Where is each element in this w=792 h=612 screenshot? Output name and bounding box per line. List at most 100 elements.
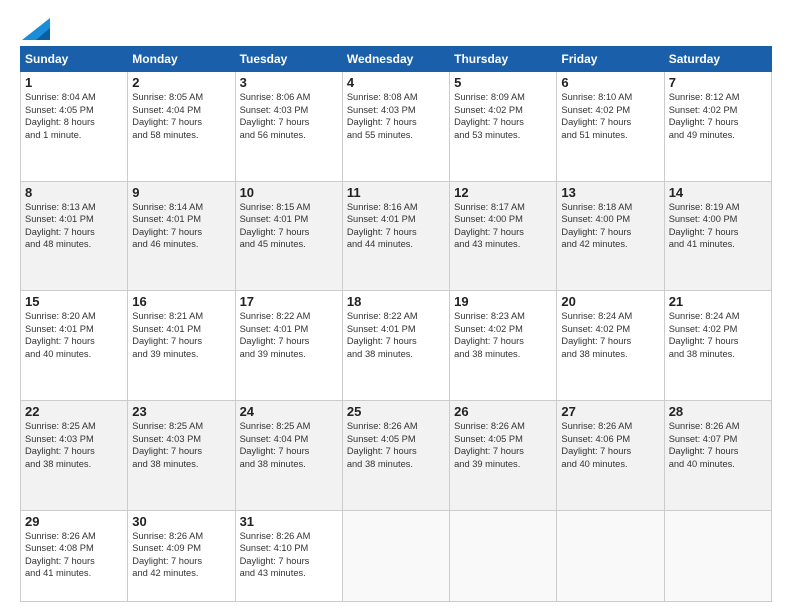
calendar-cell: 8Sunrise: 8:13 AMSunset: 4:01 PMDaylight… xyxy=(21,181,128,291)
day-number: 11 xyxy=(347,185,445,200)
day-info: Sunrise: 8:25 AMSunset: 4:04 PMDaylight:… xyxy=(240,420,338,470)
calendar-cell: 13Sunrise: 8:18 AMSunset: 4:00 PMDayligh… xyxy=(557,181,664,291)
day-number: 26 xyxy=(454,404,552,419)
day-info: Sunrise: 8:25 AMSunset: 4:03 PMDaylight:… xyxy=(132,420,230,470)
weekday-header-thursday: Thursday xyxy=(450,47,557,72)
day-number: 3 xyxy=(240,75,338,90)
day-number: 10 xyxy=(240,185,338,200)
week-row-5: 29Sunrise: 8:26 AMSunset: 4:08 PMDayligh… xyxy=(21,510,772,601)
day-info: Sunrise: 8:24 AMSunset: 4:02 PMDaylight:… xyxy=(561,310,659,360)
calendar-cell: 17Sunrise: 8:22 AMSunset: 4:01 PMDayligh… xyxy=(235,291,342,401)
calendar-cell: 29Sunrise: 8:26 AMSunset: 4:08 PMDayligh… xyxy=(21,510,128,601)
calendar-cell: 20Sunrise: 8:24 AMSunset: 4:02 PMDayligh… xyxy=(557,291,664,401)
day-info: Sunrise: 8:18 AMSunset: 4:00 PMDaylight:… xyxy=(561,201,659,251)
calendar-cell: 22Sunrise: 8:25 AMSunset: 4:03 PMDayligh… xyxy=(21,401,128,511)
weekday-header-monday: Monday xyxy=(128,47,235,72)
calendar-cell: 3Sunrise: 8:06 AMSunset: 4:03 PMDaylight… xyxy=(235,72,342,182)
day-info: Sunrise: 8:12 AMSunset: 4:02 PMDaylight:… xyxy=(669,91,767,141)
calendar-cell: 23Sunrise: 8:25 AMSunset: 4:03 PMDayligh… xyxy=(128,401,235,511)
week-row-3: 15Sunrise: 8:20 AMSunset: 4:01 PMDayligh… xyxy=(21,291,772,401)
calendar-cell: 14Sunrise: 8:19 AMSunset: 4:00 PMDayligh… xyxy=(664,181,771,291)
day-number: 1 xyxy=(25,75,123,90)
calendar-cell: 9Sunrise: 8:14 AMSunset: 4:01 PMDaylight… xyxy=(128,181,235,291)
calendar-cell: 28Sunrise: 8:26 AMSunset: 4:07 PMDayligh… xyxy=(664,401,771,511)
weekday-header-friday: Friday xyxy=(557,47,664,72)
weekday-header-wednesday: Wednesday xyxy=(342,47,449,72)
day-info: Sunrise: 8:19 AMSunset: 4:00 PMDaylight:… xyxy=(669,201,767,251)
calendar-cell: 5Sunrise: 8:09 AMSunset: 4:02 PMDaylight… xyxy=(450,72,557,182)
day-info: Sunrise: 8:26 AMSunset: 4:06 PMDaylight:… xyxy=(561,420,659,470)
day-number: 19 xyxy=(454,294,552,309)
day-info: Sunrise: 8:16 AMSunset: 4:01 PMDaylight:… xyxy=(347,201,445,251)
day-number: 30 xyxy=(132,514,230,529)
calendar-cell: 18Sunrise: 8:22 AMSunset: 4:01 PMDayligh… xyxy=(342,291,449,401)
calendar-cell: 16Sunrise: 8:21 AMSunset: 4:01 PMDayligh… xyxy=(128,291,235,401)
day-info: Sunrise: 8:26 AMSunset: 4:05 PMDaylight:… xyxy=(454,420,552,470)
day-number: 31 xyxy=(240,514,338,529)
week-row-2: 8Sunrise: 8:13 AMSunset: 4:01 PMDaylight… xyxy=(21,181,772,291)
weekday-header-row: SundayMondayTuesdayWednesdayThursdayFrid… xyxy=(21,47,772,72)
day-info: Sunrise: 8:17 AMSunset: 4:00 PMDaylight:… xyxy=(454,201,552,251)
calendar-cell: 7Sunrise: 8:12 AMSunset: 4:02 PMDaylight… xyxy=(664,72,771,182)
day-number: 16 xyxy=(132,294,230,309)
page: SundayMondayTuesdayWednesdayThursdayFrid… xyxy=(0,0,792,612)
calendar-cell: 4Sunrise: 8:08 AMSunset: 4:03 PMDaylight… xyxy=(342,72,449,182)
day-number: 12 xyxy=(454,185,552,200)
day-number: 17 xyxy=(240,294,338,309)
calendar-cell: 21Sunrise: 8:24 AMSunset: 4:02 PMDayligh… xyxy=(664,291,771,401)
logo-icon xyxy=(22,18,50,40)
day-number: 5 xyxy=(454,75,552,90)
calendar-cell: 19Sunrise: 8:23 AMSunset: 4:02 PMDayligh… xyxy=(450,291,557,401)
day-number: 24 xyxy=(240,404,338,419)
day-number: 27 xyxy=(561,404,659,419)
day-info: Sunrise: 8:06 AMSunset: 4:03 PMDaylight:… xyxy=(240,91,338,141)
week-row-1: 1Sunrise: 8:04 AMSunset: 4:05 PMDaylight… xyxy=(21,72,772,182)
day-info: Sunrise: 8:09 AMSunset: 4:02 PMDaylight:… xyxy=(454,91,552,141)
day-info: Sunrise: 8:21 AMSunset: 4:01 PMDaylight:… xyxy=(132,310,230,360)
day-info: Sunrise: 8:22 AMSunset: 4:01 PMDaylight:… xyxy=(347,310,445,360)
calendar-cell: 2Sunrise: 8:05 AMSunset: 4:04 PMDaylight… xyxy=(128,72,235,182)
day-info: Sunrise: 8:26 AMSunset: 4:05 PMDaylight:… xyxy=(347,420,445,470)
day-number: 22 xyxy=(25,404,123,419)
day-info: Sunrise: 8:26 AMSunset: 4:07 PMDaylight:… xyxy=(669,420,767,470)
day-info: Sunrise: 8:14 AMSunset: 4:01 PMDaylight:… xyxy=(132,201,230,251)
day-info: Sunrise: 8:05 AMSunset: 4:04 PMDaylight:… xyxy=(132,91,230,141)
day-number: 9 xyxy=(132,185,230,200)
day-number: 28 xyxy=(669,404,767,419)
calendar-cell: 6Sunrise: 8:10 AMSunset: 4:02 PMDaylight… xyxy=(557,72,664,182)
day-number: 7 xyxy=(669,75,767,90)
day-number: 29 xyxy=(25,514,123,529)
day-number: 8 xyxy=(25,185,123,200)
day-info: Sunrise: 8:25 AMSunset: 4:03 PMDaylight:… xyxy=(25,420,123,470)
day-info: Sunrise: 8:26 AMSunset: 4:09 PMDaylight:… xyxy=(132,530,230,580)
calendar-cell xyxy=(664,510,771,601)
day-number: 21 xyxy=(669,294,767,309)
calendar-cell: 11Sunrise: 8:16 AMSunset: 4:01 PMDayligh… xyxy=(342,181,449,291)
calendar-table: SundayMondayTuesdayWednesdayThursdayFrid… xyxy=(20,46,772,602)
calendar-cell: 15Sunrise: 8:20 AMSunset: 4:01 PMDayligh… xyxy=(21,291,128,401)
day-number: 4 xyxy=(347,75,445,90)
day-info: Sunrise: 8:23 AMSunset: 4:02 PMDaylight:… xyxy=(454,310,552,360)
calendar-cell: 27Sunrise: 8:26 AMSunset: 4:06 PMDayligh… xyxy=(557,401,664,511)
week-row-4: 22Sunrise: 8:25 AMSunset: 4:03 PMDayligh… xyxy=(21,401,772,511)
header xyxy=(20,18,772,36)
calendar-cell: 26Sunrise: 8:26 AMSunset: 4:05 PMDayligh… xyxy=(450,401,557,511)
day-number: 23 xyxy=(132,404,230,419)
calendar-cell xyxy=(342,510,449,601)
weekday-header-saturday: Saturday xyxy=(664,47,771,72)
calendar-cell: 30Sunrise: 8:26 AMSunset: 4:09 PMDayligh… xyxy=(128,510,235,601)
day-info: Sunrise: 8:10 AMSunset: 4:02 PMDaylight:… xyxy=(561,91,659,141)
day-info: Sunrise: 8:08 AMSunset: 4:03 PMDaylight:… xyxy=(347,91,445,141)
weekday-header-sunday: Sunday xyxy=(21,47,128,72)
day-number: 2 xyxy=(132,75,230,90)
day-info: Sunrise: 8:13 AMSunset: 4:01 PMDaylight:… xyxy=(25,201,123,251)
calendar-cell xyxy=(450,510,557,601)
logo xyxy=(20,18,50,36)
day-number: 25 xyxy=(347,404,445,419)
calendar-cell: 31Sunrise: 8:26 AMSunset: 4:10 PMDayligh… xyxy=(235,510,342,601)
day-info: Sunrise: 8:22 AMSunset: 4:01 PMDaylight:… xyxy=(240,310,338,360)
day-number: 13 xyxy=(561,185,659,200)
day-info: Sunrise: 8:20 AMSunset: 4:01 PMDaylight:… xyxy=(25,310,123,360)
day-number: 20 xyxy=(561,294,659,309)
weekday-header-tuesday: Tuesday xyxy=(235,47,342,72)
